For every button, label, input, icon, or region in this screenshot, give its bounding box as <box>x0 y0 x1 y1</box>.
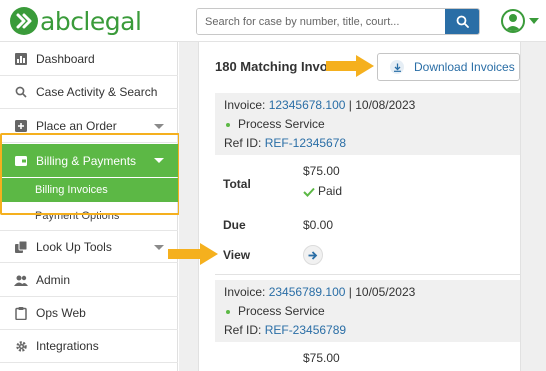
invoice-number-line: Invoice: 12345678.100 | 10/08/2023 <box>224 98 415 112</box>
invoices-panel: 180 Matching Invoices Download Invoices … <box>198 42 521 371</box>
sidebar-item-ops-web[interactable]: Ops Web <box>0 297 178 330</box>
invoice-header: Invoice: 23456789.100 | 10/05/2023 Proce… <box>215 280 520 342</box>
logo-text: abclegal <box>40 6 142 36</box>
case-search-input[interactable] <box>197 9 445 34</box>
ref-label: Ref ID: <box>224 136 265 150</box>
separator: | <box>345 98 356 112</box>
invoice-number-link[interactable]: 23456789.100 <box>269 285 346 299</box>
invoice-header: Invoice: 12345678.100 | 10/08/2023 Proce… <box>215 93 520 155</box>
sidebar-item-case-activity[interactable]: Case Activity & Search <box>0 76 178 109</box>
search-bar <box>196 8 480 35</box>
logo-chevron-icon <box>10 7 38 35</box>
invoice-ref-line: Ref ID: REF-12345678 <box>224 136 346 150</box>
view-invoice-button[interactable] <box>303 245 323 265</box>
view-label: View <box>223 248 251 262</box>
bullet-dot-icon <box>226 122 230 127</box>
arrow-pointer-icon <box>326 55 374 77</box>
top-header: abclegal <box>0 0 546 42</box>
sidebar-item-label: Dashboard <box>36 52 95 66</box>
total-value: $75.00 <box>303 351 340 365</box>
user-menu-chevron-down-icon[interactable] <box>529 18 539 24</box>
main-content: 180 Matching Invoices Download Invoices … <box>179 42 546 371</box>
invoice-divider <box>215 274 520 275</box>
download-invoices-button[interactable]: Download Invoices <box>377 53 520 81</box>
search-icon <box>14 85 28 99</box>
total-value: $75.00 <box>303 164 340 178</box>
sidebar-item-label: Admin <box>36 273 71 287</box>
dashboard-icon <box>14 52 28 66</box>
invoice-service-line: Process Service <box>224 304 325 318</box>
separator: | <box>345 285 356 299</box>
download-icon <box>390 60 404 74</box>
copy-icon <box>14 240 28 254</box>
chevron-down-icon <box>154 245 164 250</box>
paid-status-label: Paid <box>318 184 343 198</box>
sidebar-item-label: Look Up Tools <box>36 239 112 254</box>
user-avatar-icon[interactable] <box>501 9 525 33</box>
sidebar-item-label: Place an Order <box>36 119 117 133</box>
sidebar-item-look-up-tools[interactable]: Look Up Tools <box>0 230 178 263</box>
invoice-date: 10/05/2023 <box>355 285 416 299</box>
sidebar-item-label: Integrations <box>36 339 99 353</box>
bullet-dot-icon <box>226 309 230 314</box>
check-icon <box>303 187 315 197</box>
arrow-right-icon <box>308 250 318 260</box>
chevron-down-icon <box>154 124 164 129</box>
sidebar-item-label: Ops Web <box>36 306 86 320</box>
abclegal-logo[interactable]: abclegal <box>10 6 142 36</box>
invoice-service: Process Service <box>238 304 325 318</box>
invoice-service: Process Service <box>238 117 325 131</box>
due-value: $0.00 <box>303 218 334 232</box>
invoice-label: Invoice: <box>224 98 269 112</box>
ref-id-link[interactable]: REF-12345678 <box>265 136 346 150</box>
arrow-pointer-icon <box>168 243 218 265</box>
search-button[interactable] <box>445 9 479 34</box>
total-label: Total <box>223 177 251 191</box>
search-icon <box>456 15 469 28</box>
paid-status: Paid <box>303 184 342 198</box>
sidebar-item-label: Case Activity & Search <box>36 85 158 99</box>
sidebar-item-integrations[interactable]: Integrations <box>0 330 178 363</box>
sidebar-item-dashboard[interactable]: Dashboard <box>0 43 178 76</box>
gear-icon <box>14 339 28 353</box>
invoice-label: Invoice: <box>224 285 269 299</box>
plus-square-icon <box>14 119 28 133</box>
invoice-service-line: Process Service <box>224 117 325 131</box>
billing-highlight-box <box>0 133 180 215</box>
ref-id-link[interactable]: REF-23456789 <box>265 323 346 337</box>
ref-label: Ref ID: <box>224 323 265 337</box>
due-label: Due <box>223 218 246 232</box>
sidebar-item-admin[interactable]: Admin <box>0 264 178 297</box>
invoice-date: 10/08/2023 <box>355 98 416 112</box>
invoice-number-link[interactable]: 12345678.100 <box>269 98 346 112</box>
download-invoices-label: Download Invoices <box>414 60 515 74</box>
invoice-number-line: Invoice: 23456789.100 | 10/05/2023 <box>224 285 415 299</box>
clipboard-icon <box>14 306 28 320</box>
invoice-ref-line: Ref ID: REF-23456789 <box>224 323 346 337</box>
users-icon <box>14 273 28 287</box>
